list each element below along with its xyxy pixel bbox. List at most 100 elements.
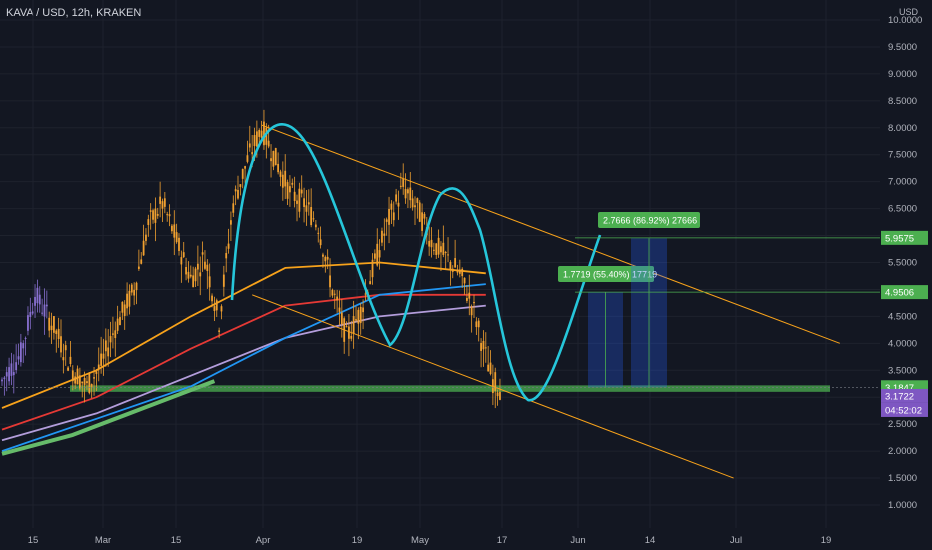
time-tick-label: Apr xyxy=(256,535,271,546)
candle-body xyxy=(244,166,246,169)
candle-body xyxy=(19,342,22,363)
countdown-label: 04:52:02 xyxy=(885,405,922,416)
candle-body xyxy=(149,210,152,212)
candle-body xyxy=(187,271,190,279)
candle-body xyxy=(466,298,468,301)
candle-body xyxy=(317,232,320,234)
candle-body xyxy=(277,163,280,173)
candle-body xyxy=(53,316,55,333)
candle-body xyxy=(156,213,159,216)
candle-body xyxy=(119,317,121,326)
candle-body xyxy=(388,208,390,225)
candle-body xyxy=(230,220,232,225)
candle-body xyxy=(34,296,36,306)
candle-body xyxy=(289,186,291,193)
candle-body xyxy=(378,250,381,258)
time-axis: 15 Mar 15 Apr 19 May 17 Jun 14 Jul 19 xyxy=(28,535,832,546)
candle-body xyxy=(130,284,133,293)
candle-body xyxy=(1,379,3,382)
candle-body xyxy=(24,337,27,339)
price-chart[interactable]: 1.7719 (55.40%) 177192.7666 (86.92%) 276… xyxy=(0,0,932,550)
price-badge-label: 3.1722 xyxy=(885,391,914,402)
candle-body xyxy=(461,268,464,277)
candle-body xyxy=(272,150,275,167)
price-tick-label: 2.5000 xyxy=(888,419,917,430)
candle-body xyxy=(246,155,249,162)
candle-body xyxy=(336,296,339,301)
candle-body xyxy=(298,188,301,212)
trendlines xyxy=(251,124,840,479)
candle-body xyxy=(171,225,173,232)
candle-body xyxy=(338,307,341,312)
candle-body xyxy=(137,266,140,269)
price-tick-label: 4.5000 xyxy=(888,311,917,322)
candle-body xyxy=(90,384,93,387)
grid xyxy=(0,0,880,528)
price-tick-label: 2.0000 xyxy=(888,446,917,457)
price-tick-label: 4.0000 xyxy=(888,338,917,349)
moving-averages xyxy=(1,261,486,456)
candle-body xyxy=(189,274,192,277)
candle-body xyxy=(55,330,58,334)
candle-body xyxy=(260,130,263,138)
candle-body xyxy=(102,353,105,359)
candle-body xyxy=(109,336,112,343)
candle-body xyxy=(232,203,235,213)
candle-body xyxy=(17,356,20,360)
candle-body xyxy=(489,362,492,374)
price-tick-label: 1.5000 xyxy=(888,473,917,484)
candle-body xyxy=(286,182,289,199)
candle-body xyxy=(451,268,454,272)
candle-body xyxy=(57,328,60,340)
candle-body xyxy=(435,243,438,256)
candle-body xyxy=(444,252,447,254)
candle-body xyxy=(201,252,204,255)
candle-body xyxy=(114,330,117,339)
candle-body xyxy=(248,143,251,148)
candle-body xyxy=(218,330,221,332)
candle-body xyxy=(470,306,473,316)
candle-body xyxy=(104,340,107,352)
candle-body xyxy=(475,321,478,327)
candle-body xyxy=(213,306,216,311)
candle-body xyxy=(95,371,98,374)
price-tick-label: 3.5000 xyxy=(888,365,917,376)
candle-body xyxy=(255,131,258,147)
candle-body xyxy=(291,182,294,185)
time-tick-label: Mar xyxy=(95,535,111,546)
price-tick-label: 5.5000 xyxy=(888,258,917,269)
candle-body xyxy=(62,357,65,361)
candle-body xyxy=(274,148,277,166)
candle-body xyxy=(36,287,39,304)
candle-body xyxy=(407,189,409,194)
candle-body xyxy=(251,152,254,155)
price-tick-label: 8.5000 xyxy=(888,96,917,107)
candle-body xyxy=(381,230,383,243)
candle-body xyxy=(76,368,79,385)
candle-body xyxy=(418,202,421,222)
candle-body xyxy=(454,258,457,268)
price-badge-label: 5.9575 xyxy=(885,233,914,244)
candle-body xyxy=(484,347,487,349)
price-tick-label: 9.0000 xyxy=(888,69,917,80)
candle-body xyxy=(392,212,395,221)
time-tick-label: 15 xyxy=(28,535,39,546)
candle-body xyxy=(241,169,244,179)
candle-body xyxy=(178,237,180,252)
candle-body xyxy=(456,269,459,273)
candle-body xyxy=(67,367,69,371)
candle-body xyxy=(86,381,88,384)
candle-body xyxy=(395,194,398,202)
candle-body xyxy=(222,274,225,287)
candle-body xyxy=(227,243,230,249)
candle-body xyxy=(352,316,355,334)
candle-body xyxy=(152,210,154,220)
candle-body xyxy=(373,253,376,259)
candle-body xyxy=(43,304,46,317)
candle-body xyxy=(50,325,53,331)
candle-body xyxy=(253,135,256,147)
candle-body xyxy=(303,198,305,207)
candle-body xyxy=(477,320,480,328)
candle-body xyxy=(185,266,187,275)
candle-body xyxy=(397,202,400,207)
